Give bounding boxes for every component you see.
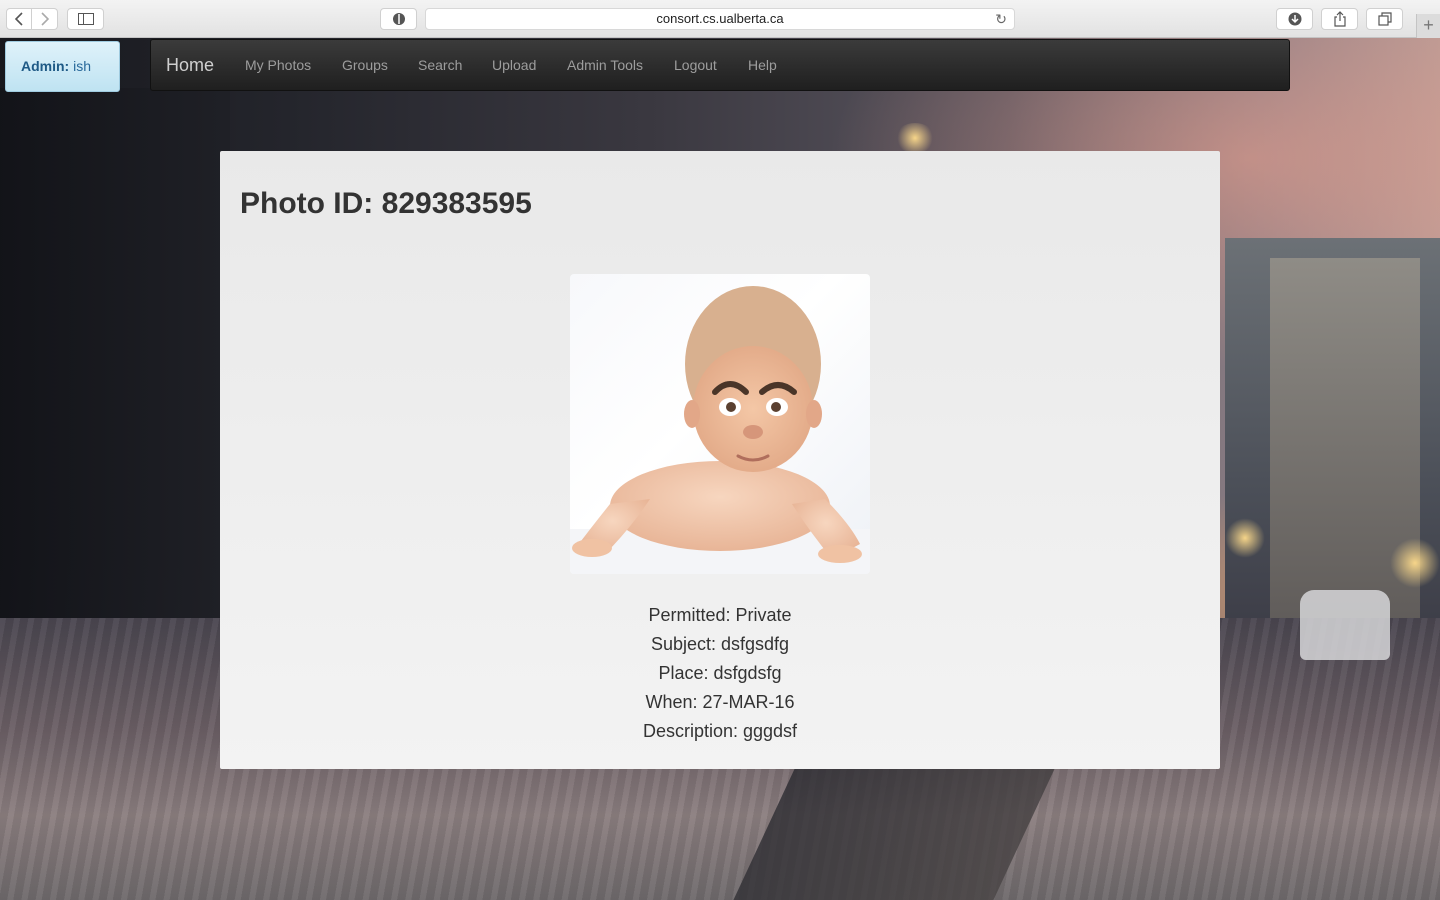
url-text: consort.cs.ualberta.ca: [656, 11, 784, 26]
baby-photo-icon: [570, 286, 870, 574]
chevron-right-icon: [40, 12, 49, 26]
sidebar-toggle-button[interactable]: [67, 8, 104, 30]
background-building-left: [0, 88, 230, 648]
chevron-left-icon: [14, 12, 23, 26]
background-car: [1300, 590, 1390, 660]
tabs-overview-button[interactable]: [1366, 8, 1403, 30]
photo-card: Photo ID: 829383595 Permitted: Private S…: [220, 151, 1220, 769]
detail-when: When: 27-MAR-16: [645, 692, 795, 712]
plus-icon: +: [1423, 15, 1434, 35]
detail-permitted: Permitted: Private: [648, 605, 792, 625]
background-light: [1390, 538, 1440, 588]
detail-description: Description: gggdsf: [642, 721, 798, 741]
tabs-icon: [1377, 12, 1392, 26]
back-button[interactable]: [6, 8, 32, 30]
nav-my-photos[interactable]: My Photos: [245, 40, 311, 90]
nav-admin-tools[interactable]: Admin Tools: [567, 40, 643, 90]
downloads-button[interactable]: [1276, 8, 1313, 30]
browser-toolbar: consort.cs.ualberta.ca ↻ +: [0, 0, 1440, 38]
background-light: [895, 123, 935, 153]
photo-details: Permitted: Private Subject: dsfgsdfg Pla…: [220, 601, 1220, 746]
admin-badge: Admin: ish: [5, 41, 120, 92]
nav-home[interactable]: Home: [166, 40, 214, 90]
background-light: [1225, 518, 1265, 558]
page-title: Photo ID: 829383595: [240, 187, 532, 220]
admin-username: ish: [73, 58, 92, 74]
sidebar-icon: [77, 13, 94, 25]
shield-icon: [392, 13, 405, 25]
nav-upload[interactable]: Upload: [492, 40, 536, 90]
new-tab-button[interactable]: +: [1416, 14, 1440, 38]
page-background: Admin: ish Home My Photos Groups Search …: [0, 38, 1440, 900]
address-bar[interactable]: consort.cs.ualberta.ca ↻: [425, 8, 1015, 30]
forward-button[interactable]: [32, 8, 58, 30]
nav-help[interactable]: Help: [748, 40, 777, 90]
privacy-button[interactable]: [380, 8, 417, 30]
reload-icon[interactable]: ↻: [995, 9, 1007, 29]
download-icon: [1288, 12, 1301, 26]
nav-search[interactable]: Search: [418, 40, 462, 90]
detail-place: Place: dsfgdsfg: [658, 663, 782, 683]
admin-label: Admin:: [21, 58, 70, 74]
share-icon: [1333, 11, 1346, 27]
detail-subject: Subject: dsfgsdfg: [650, 634, 790, 654]
main-navbar: Home My Photos Groups Search Upload Admi…: [150, 39, 1290, 91]
photo-image[interactable]: [570, 274, 870, 574]
nav-logout[interactable]: Logout: [674, 40, 717, 90]
share-button[interactable]: [1321, 8, 1358, 30]
nav-groups[interactable]: Groups: [342, 40, 388, 90]
